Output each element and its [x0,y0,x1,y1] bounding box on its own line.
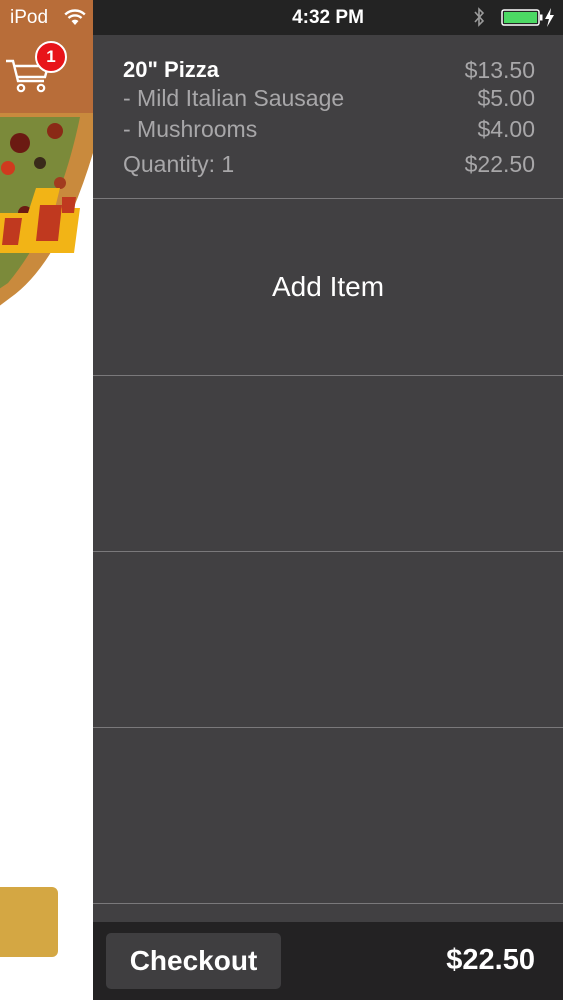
checkout-button[interactable]: Checkout [106,933,281,989]
topping-price: $5.00 [477,84,535,111]
quantity-label: Quantity: 1 [123,150,235,177]
cart-header[interactable]: 1 [0,35,93,113]
charging-icon [545,8,554,27]
add-item-button[interactable]: Add Item [93,199,563,376]
cart-badge: 1 [35,41,67,73]
topping-price: $4.00 [477,115,535,142]
pizza-logo-image [0,113,93,333]
empty-cart-row [93,728,563,904]
topping-row: - Mushrooms $4.00 [123,114,535,144]
cart-panel: 20" Pizza $13.50 - Mild Italian Sausage … [93,35,563,922]
item-price: $13.50 [464,56,535,83]
item-name: 20" Pizza [123,57,220,82]
order-total: $22.50 [446,944,535,976]
menu-panel: 1 [0,35,93,1000]
topping-label: - Mushrooms [123,115,258,142]
topping-row: - Mild Italian Sausage $5.00 [123,83,535,113]
order-item[interactable]: 20" Pizza $13.50 - Mild Italian Sausage … [93,35,563,199]
line-total: $22.50 [464,150,535,177]
status-bar-right: 4:32 PM [93,0,563,35]
wifi-icon [64,9,86,25]
empty-cart-row [93,376,563,552]
side-action-button[interactable] [0,887,58,957]
battery-icon [501,9,543,26]
status-bar-left: iPod [0,0,93,35]
empty-cart-row [93,552,563,728]
status-bar: iPod 4:32 PM [0,0,563,35]
quantity-row: Quantity: 1 $22.50 [123,149,535,179]
clock: 4:32 PM [292,7,364,28]
carrier-label: iPod [10,7,49,28]
item-title-row: 20" Pizza $13.50 [123,55,535,85]
topping-label: - Mild Italian Sausage [123,84,345,111]
checkout-bar: Checkout $22.50 [93,922,563,1000]
bluetooth-icon [474,7,485,27]
